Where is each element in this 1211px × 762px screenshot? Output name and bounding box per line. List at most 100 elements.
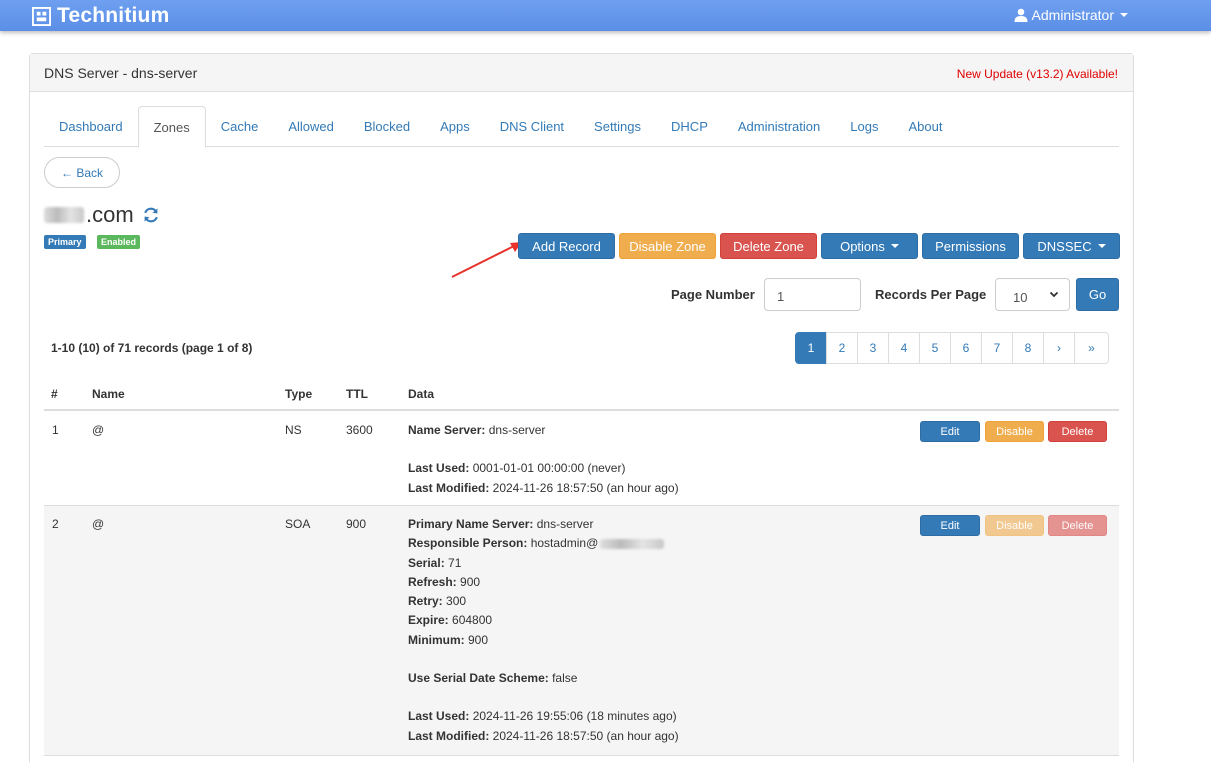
header-name: Name	[92, 387, 125, 401]
row-ttl: 900	[346, 517, 367, 531]
ns-value: dns-server	[485, 423, 546, 437]
header-num: #	[51, 387, 58, 401]
last-modified-label: Last Modified:	[408, 480, 490, 495]
last-modified-value: 2024-11-26 18:57:50 (an hour ago)	[489, 480, 679, 495]
records-per-page-label: Records Per Page	[875, 287, 987, 302]
user-menu[interactable]: Administrator	[1014, 7, 1128, 23]
options-dropdown-button[interactable]: Options	[821, 233, 918, 259]
page-number-label: Page Number	[671, 287, 755, 302]
page-number-input[interactable]: 1	[764, 278, 861, 311]
options-label: Options	[840, 238, 885, 254]
tab-settings[interactable]: Settings	[579, 106, 656, 147]
serial-scheme-value: false	[548, 671, 578, 686]
chevron-down-icon	[890, 244, 899, 248]
page-link-5[interactable]: 5	[919, 332, 951, 364]
header-data: Data	[408, 387, 435, 401]
dnssec-label: DNSSEC	[1037, 238, 1092, 254]
page-link-4[interactable]: 4	[888, 332, 920, 364]
records-per-page-select[interactable]: 10	[995, 278, 1070, 311]
refresh-label: Refresh:	[408, 574, 457, 589]
edit-button[interactable]: Edit	[920, 421, 980, 442]
last-used-value: 2024-11-26 19:55:06 (18 minutes ago)	[469, 709, 677, 724]
technitium-logo-icon	[32, 6, 51, 26]
tab-apps[interactable]: Apps	[425, 106, 485, 147]
responsible-label: Responsible Person:	[408, 536, 528, 551]
panel-header: DNS Server - dns-server New Update (v13.…	[30, 54, 1133, 92]
serial-value: 71	[444, 555, 462, 570]
update-notice-link[interactable]: New Update (v13.2) Available!	[957, 67, 1118, 81]
row-type: NS	[285, 423, 302, 437]
row-data: Primary Name Server: dns-server Responsi…	[408, 515, 679, 746]
minimum-value: 900	[464, 632, 489, 647]
tab-about[interactable]: About	[893, 106, 957, 147]
row-name: @	[92, 517, 105, 531]
page-link-7[interactable]: 7	[981, 332, 1013, 364]
disable-zone-button[interactable]: Disable Zone	[619, 233, 716, 259]
tab-dashboard[interactable]: Dashboard	[44, 106, 138, 147]
permissions-button[interactable]: Permissions	[922, 233, 1019, 259]
chevron-down-icon	[1120, 13, 1128, 17]
zone-status-badge: Enabled	[97, 235, 141, 249]
brand-name: Technitium	[57, 4, 170, 27]
chevron-down-icon	[1097, 244, 1106, 248]
user-icon	[1014, 8, 1028, 22]
page-link-3[interactable]: 3	[857, 332, 889, 364]
disable-button[interactable]: Disable	[985, 421, 1044, 442]
table-row: 2 @ SOA 900 Primary Name Server: dns-ser…	[44, 506, 1119, 756]
dnssec-dropdown-button[interactable]: DNSSEC	[1023, 233, 1120, 259]
tab-dhcp[interactable]: DHCP	[656, 106, 723, 147]
refresh-icon[interactable]	[142, 206, 160, 224]
last-used-label: Last Used:	[408, 461, 470, 476]
page-link-6[interactable]: 6	[950, 332, 982, 364]
last-modified-label: Last Modified:	[408, 728, 490, 743]
retry-value: 300	[442, 594, 467, 609]
expire-value: 604800	[448, 613, 493, 628]
last-modified-value: 2024-11-26 18:57:50 (an hour ago)	[489, 728, 679, 743]
row-data: Name Server: dns-server Last Used: 0001-…	[408, 421, 679, 498]
zone-type-badge: Primary	[44, 235, 86, 249]
tab-blocked[interactable]: Blocked	[349, 106, 425, 147]
records-table-header: # Name Type TTL Data	[44, 377, 1119, 411]
delete-button[interactable]: Delete	[1048, 421, 1107, 442]
redacted-email-domain	[600, 539, 665, 550]
annotation-arrow-icon	[451, 242, 522, 278]
edit-button[interactable]: Edit	[920, 515, 980, 536]
records-per-page-value: 10	[1013, 290, 1028, 305]
row-num: 2	[52, 517, 59, 531]
tab-zones[interactable]: Zones	[137, 106, 206, 148]
last-used-label: Last Used:	[408, 709, 470, 724]
page-link-2[interactable]: 2	[826, 332, 858, 364]
main-panel: DNS Server - dns-server New Update (v13.…	[29, 53, 1134, 762]
top-navbar: Technitium Administrator	[0, 0, 1211, 31]
serial-label: Serial:	[408, 555, 445, 570]
tab-logs[interactable]: Logs	[835, 106, 893, 147]
page-link-next[interactable]: ›	[1043, 332, 1075, 364]
row-type: SOA	[285, 517, 311, 531]
go-button[interactable]: Go	[1076, 278, 1119, 311]
tab-cache[interactable]: Cache	[206, 106, 274, 147]
panel-title: DNS Server - dns-server	[44, 65, 198, 81]
tab-dns-client[interactable]: DNS Client	[485, 106, 579, 147]
responsible-value: hostadmin@	[527, 536, 599, 551]
brand[interactable]: Technitium	[32, 4, 169, 28]
chevron-down-icon	[1049, 291, 1059, 298]
page-link-last[interactable]: »	[1074, 332, 1109, 364]
header-type: Type	[285, 387, 313, 401]
row-name: @	[92, 423, 105, 437]
zone-name-suffix: .com	[86, 202, 134, 227]
page-link-8[interactable]: 8	[1012, 332, 1044, 364]
records-summary: 1-10 (10) of 71 records (page 1 of 8)	[51, 341, 253, 355]
main-tabs: Dashboard Zones Cache Allowed Blocked Ap…	[44, 106, 1119, 148]
primary-ns-label: Primary Name Server:	[408, 517, 534, 531]
disable-button: Disable	[985, 515, 1044, 536]
back-button[interactable]: ← Back	[44, 157, 120, 188]
last-used-value: 0001-01-01 00:00:00 (never)	[469, 461, 626, 476]
delete-zone-button[interactable]: Delete Zone	[720, 233, 817, 259]
header-ttl: TTL	[346, 387, 368, 401]
minimum-label: Minimum:	[408, 632, 465, 647]
tab-allowed[interactable]: Allowed	[273, 106, 349, 147]
user-name: Administrator	[1031, 7, 1114, 23]
page-link-1[interactable]: 1	[795, 332, 827, 364]
add-record-button[interactable]: Add Record	[518, 233, 615, 259]
tab-administration[interactable]: Administration	[723, 106, 835, 147]
